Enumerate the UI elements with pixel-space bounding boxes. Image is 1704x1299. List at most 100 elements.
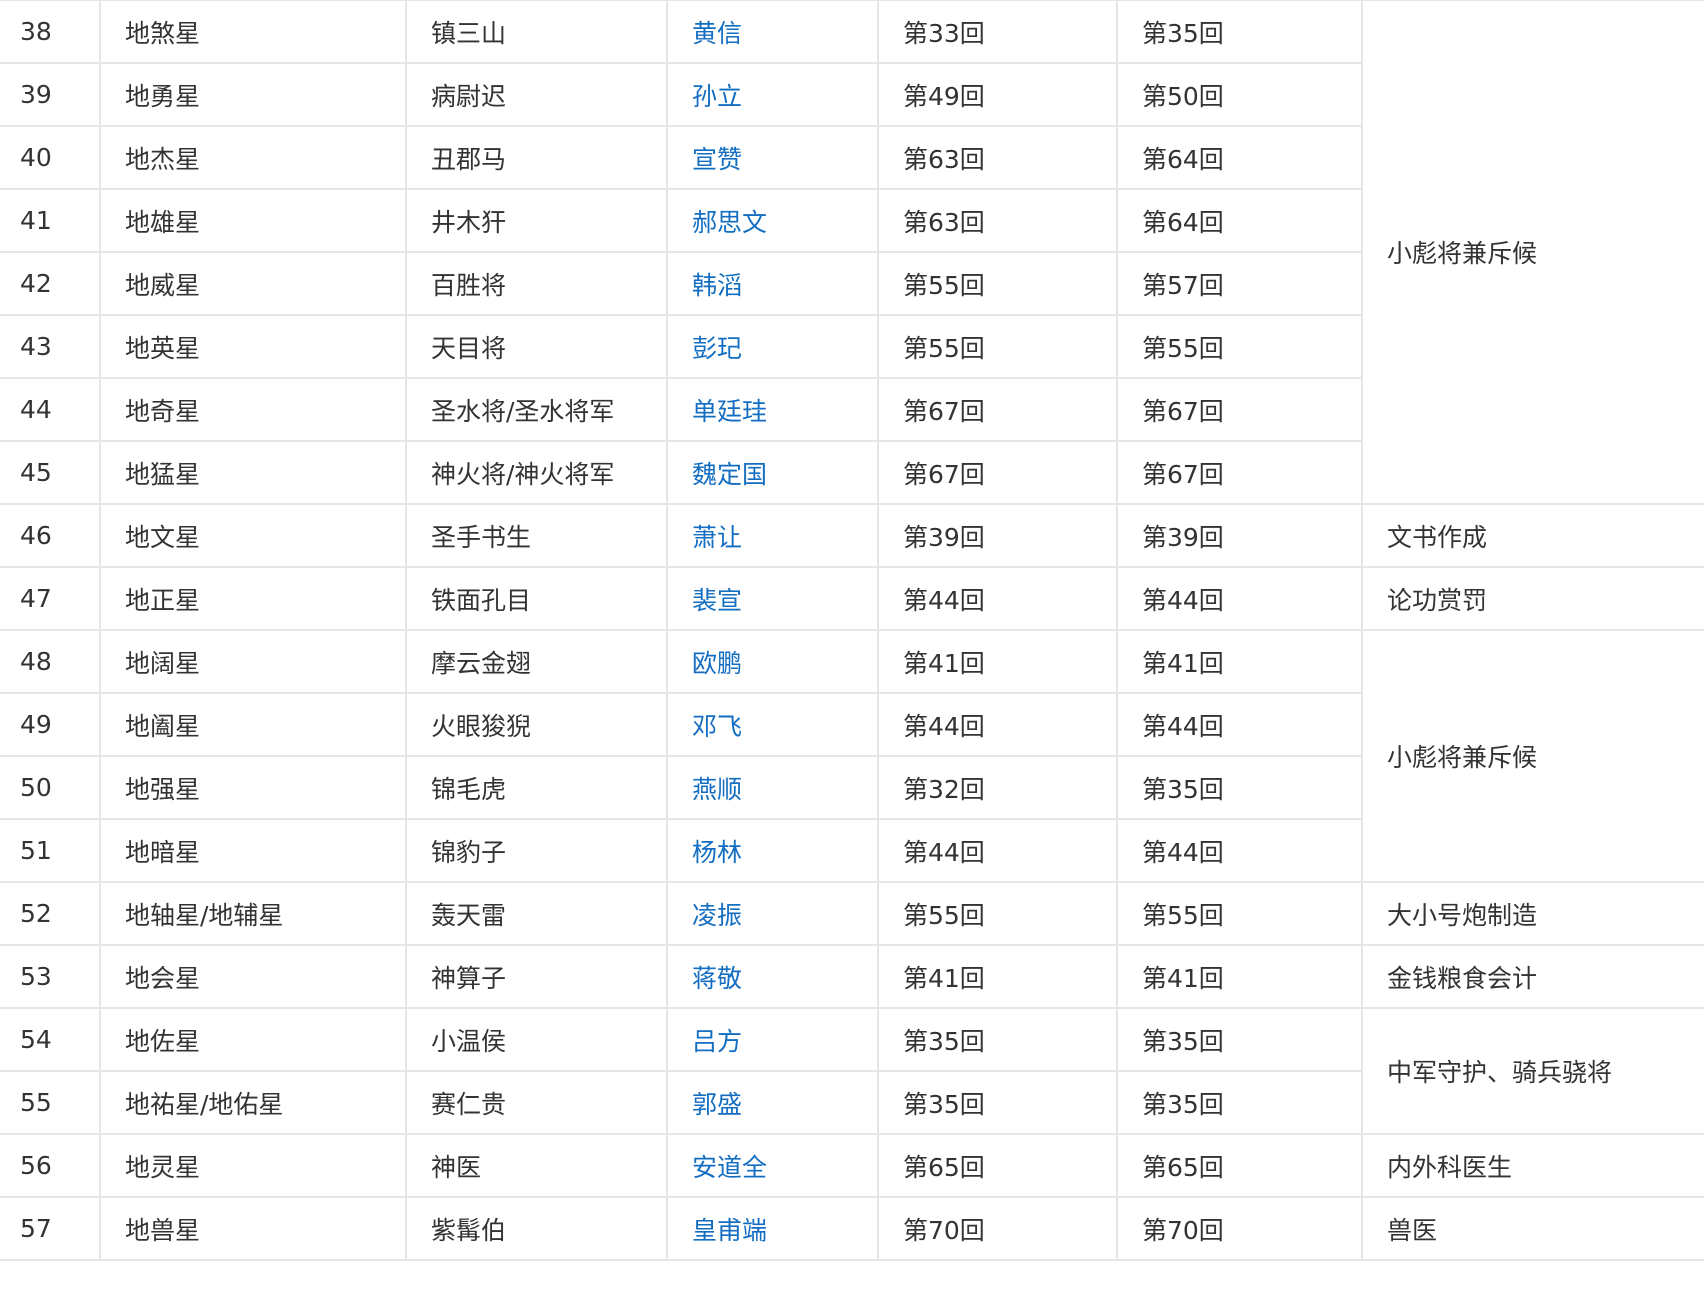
cell-join-chapter: 第55回	[1116, 881, 1363, 946]
cell-nickname: 百胜将	[405, 251, 668, 316]
cell-star: 地暗星	[99, 818, 407, 883]
table-row: 52 地轴星/地辅星 轰天雷 凌振 第55回 第55回 大小号炮制造	[0, 881, 1704, 946]
cell-first-appearance: 第32回	[877, 755, 1118, 820]
cell-join-chapter: 第55回	[1116, 314, 1363, 379]
cell-join-chapter: 第50回	[1116, 62, 1363, 127]
cell-join-chapter: 第35回	[1116, 755, 1363, 820]
cell-nickname: 井木犴	[405, 188, 668, 253]
cell-duty: 金钱粮食会计	[1361, 944, 1704, 1009]
cell-duty: 论功赏罚	[1361, 566, 1704, 631]
hero-name-link[interactable]: 韩滔	[666, 251, 879, 316]
hero-name-link[interactable]: 吕方	[666, 1007, 879, 1072]
cell-nickname: 铁面孔目	[405, 566, 668, 631]
hero-name-link[interactable]: 孙立	[666, 62, 879, 127]
cell-number: 46	[0, 503, 101, 568]
hero-name-link[interactable]: 郭盛	[666, 1070, 879, 1135]
hero-name-link[interactable]: 萧让	[666, 503, 879, 568]
cell-first-appearance: 第41回	[877, 629, 1118, 694]
cell-star: 地轴星/地辅星	[99, 881, 407, 946]
cell-nickname: 锦豹子	[405, 818, 668, 883]
hero-name-link[interactable]: 欧鹏	[666, 629, 879, 694]
cell-duty: 文书作成	[1361, 503, 1704, 568]
cell-number: 51	[0, 818, 101, 883]
cell-first-appearance: 第55回	[877, 314, 1118, 379]
cell-join-chapter: 第35回	[1116, 0, 1363, 64]
cell-first-appearance: 第67回	[877, 377, 1118, 442]
cell-number: 42	[0, 251, 101, 316]
table-row: 47 地正星 铁面孔目 裴宣 第44回 第44回 论功赏罚	[0, 566, 1704, 631]
cell-first-appearance: 第55回	[877, 251, 1118, 316]
cell-number: 49	[0, 692, 101, 757]
cell-number: 50	[0, 755, 101, 820]
hero-name-link[interactable]: 安道全	[666, 1133, 879, 1198]
cell-number: 52	[0, 881, 101, 946]
cell-nickname: 丑郡马	[405, 125, 668, 190]
cell-nickname: 小温侯	[405, 1007, 668, 1072]
cell-join-chapter: 第35回	[1116, 1007, 1363, 1072]
cell-star: 地勇星	[99, 62, 407, 127]
heroes-table: 38 地煞星 镇三山 黄信 第33回 第35回 小彪将兼斥候 39 地勇星 病尉迟 孙立 第49回 第5…	[0, 0, 1704, 1261]
cell-number: 40	[0, 125, 101, 190]
cell-number: 55	[0, 1070, 101, 1135]
cell-star: 地猛星	[99, 440, 407, 505]
hero-name-link[interactable]: 郝思文	[666, 188, 879, 253]
cell-join-chapter: 第57回	[1116, 251, 1363, 316]
cell-star: 地奇星	[99, 377, 407, 442]
cell-nickname: 火眼狻猊	[405, 692, 668, 757]
cell-nickname: 圣水将/圣水将军	[405, 377, 668, 442]
hero-name-link[interactable]: 单廷珪	[666, 377, 879, 442]
hero-name-link[interactable]: 黄信	[666, 0, 879, 64]
cell-join-chapter: 第44回	[1116, 692, 1363, 757]
cell-star: 地阔星	[99, 629, 407, 694]
cell-duty: 小彪将兼斥候	[1361, 629, 1704, 883]
hero-name-link[interactable]: 魏定国	[666, 440, 879, 505]
cell-number: 48	[0, 629, 101, 694]
cell-join-chapter: 第41回	[1116, 944, 1363, 1009]
cell-join-chapter: 第70回	[1116, 1196, 1363, 1261]
cell-star: 地文星	[99, 503, 407, 568]
cell-star: 地兽星	[99, 1196, 407, 1261]
hero-name-link[interactable]: 邓飞	[666, 692, 879, 757]
cell-join-chapter: 第64回	[1116, 125, 1363, 190]
hero-name-link[interactable]: 杨林	[666, 818, 879, 883]
cell-star: 地杰星	[99, 125, 407, 190]
cell-join-chapter: 第41回	[1116, 629, 1363, 694]
cell-first-appearance: 第44回	[877, 566, 1118, 631]
cell-star: 地会星	[99, 944, 407, 1009]
cell-number: 44	[0, 377, 101, 442]
cell-first-appearance: 第70回	[877, 1196, 1118, 1261]
hero-name-link[interactable]: 彭玘	[666, 314, 879, 379]
hero-name-link[interactable]: 燕顺	[666, 755, 879, 820]
cell-join-chapter: 第44回	[1116, 818, 1363, 883]
cell-nickname: 摩云金翅	[405, 629, 668, 694]
cell-star: 地威星	[99, 251, 407, 316]
cell-number: 41	[0, 188, 101, 253]
table-row: 38 地煞星 镇三山 黄信 第33回 第35回 小彪将兼斥候	[0, 0, 1704, 505]
hero-name-link[interactable]: 蒋敬	[666, 944, 879, 1009]
cell-star: 地煞星	[99, 0, 407, 64]
cell-first-appearance: 第33回	[877, 0, 1118, 64]
cell-number: 38	[0, 0, 101, 64]
table-row: 57 地兽星 紫髯伯 皇甫端 第70回 第70回 兽医	[0, 1196, 1704, 1261]
cell-star: 地雄星	[99, 188, 407, 253]
cell-number: 56	[0, 1133, 101, 1198]
hero-name-link[interactable]: 皇甫端	[666, 1196, 879, 1261]
cell-nickname: 病尉迟	[405, 62, 668, 127]
cell-star: 地英星	[99, 314, 407, 379]
cell-first-appearance: 第35回	[877, 1007, 1118, 1072]
hero-name-link[interactable]: 凌振	[666, 881, 879, 946]
cell-number: 43	[0, 314, 101, 379]
table-row: 46 地文星 圣手书生 萧让 第39回 第39回 文书作成	[0, 503, 1704, 568]
table-row: 53 地会星 神算子 蒋敬 第41回 第41回 金钱粮食会计	[0, 944, 1704, 1009]
cell-nickname: 轰天雷	[405, 881, 668, 946]
cell-first-appearance: 第65回	[877, 1133, 1118, 1198]
hero-name-link[interactable]: 裴宣	[666, 566, 879, 631]
cell-star: 地强星	[99, 755, 407, 820]
cell-first-appearance: 第49回	[877, 62, 1118, 127]
cell-first-appearance: 第67回	[877, 440, 1118, 505]
hero-name-link[interactable]: 宣赞	[666, 125, 879, 190]
table-row: 54 地佐星 小温侯 吕方 第35回 第35回 中军守护、骑兵骁将	[0, 1007, 1704, 1135]
cell-star: 地灵星	[99, 1133, 407, 1198]
cell-number: 57	[0, 1196, 101, 1261]
cell-duty: 兽医	[1361, 1196, 1704, 1261]
